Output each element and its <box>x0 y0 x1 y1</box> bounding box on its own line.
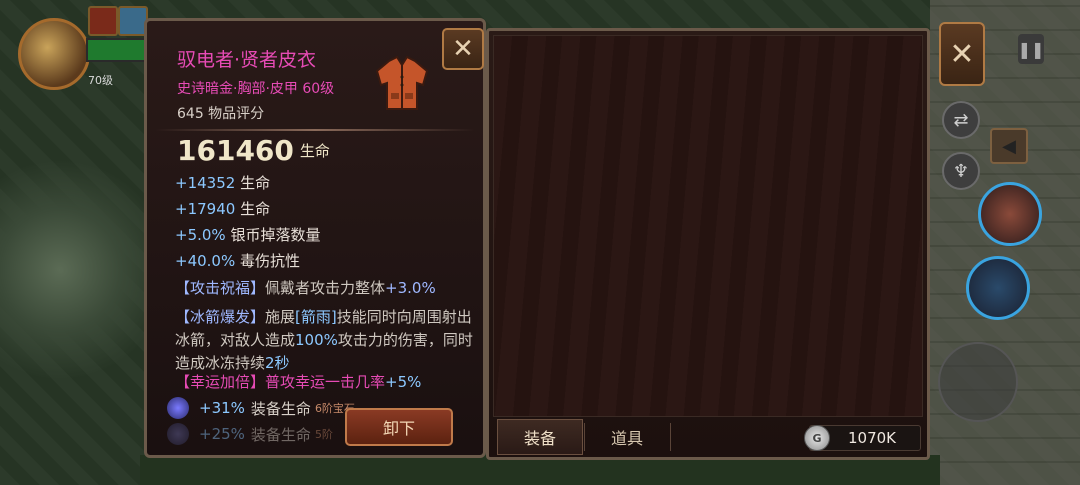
pause-button[interactable]: ❚❚ <box>1018 34 1044 64</box>
main-stat: 161460 生命 <box>177 134 330 167</box>
item-detail-panel: 驭电者·贤者皮衣 史诗暗金·胸部·皮甲 60级 645 物品评分 161460 生… <box>144 18 486 458</box>
stat-line: +14352 生命 <box>175 174 271 192</box>
collapse-button[interactable]: ◀ <box>990 128 1028 164</box>
pause-icon: ❚❚ <box>1017 39 1045 59</box>
item-name: 驭电者·贤者皮衣 <box>177 49 317 71</box>
main-stat-value: 161460 <box>177 134 294 167</box>
skill-arrow-rain-icon[interactable] <box>966 256 1030 320</box>
silver-coin-icon: G <box>804 425 830 451</box>
skill-beast-icon[interactable] <box>978 182 1042 246</box>
leather-vest-icon <box>375 55 429 110</box>
swap-icon: ⇄ <box>953 109 969 131</box>
gem-icon <box>167 423 189 445</box>
inventory-panel: 装备 道具 G 1070K <box>486 28 930 460</box>
tab-items[interactable]: 道具 <box>584 419 670 455</box>
close-item-button[interactable]: ✕ <box>442 28 484 70</box>
stat-line: +5.0% 银币掉落数量 <box>175 226 321 244</box>
stat-line: +17940 生命 <box>175 200 271 218</box>
stat-line: +40.0% 毒伤抗性 <box>175 252 301 270</box>
item-type: 史诗暗金·胸部·皮甲 60级 <box>177 81 335 97</box>
tab-divider <box>670 423 671 451</box>
player-level: 70级 <box>88 74 113 87</box>
gem-slot: +25% 装备生命 5阶 <box>167 423 333 445</box>
skill-description: 【冰箭爆发】施展[箭雨]技能同时向周围射出冰箭，对敌人造成100%攻击力的伤害，… <box>175 308 473 372</box>
sort-button[interactable]: ♆ <box>942 152 980 190</box>
unequip-button[interactable]: 卸下 <box>345 408 453 446</box>
close-window-button[interactable]: ✕ <box>939 22 985 86</box>
player-portrait[interactable] <box>18 18 90 90</box>
luck-bonus: 【幸运加倍】普攻幸运一击几率+5% <box>175 373 422 391</box>
triangle-left-icon: ◀ <box>1002 135 1016 157</box>
attack-button[interactable] <box>938 342 1018 422</box>
close-icon: ✕ <box>949 36 975 72</box>
silver-currency: G 1070K <box>804 425 921 451</box>
tab-equipment[interactable]: 装备 <box>497 419 583 455</box>
item-score: 645 物品评分 <box>177 106 265 122</box>
main-stat-label: 生命 <box>299 142 330 160</box>
attack-blessing: 【攻击祝福】佩戴者攻击力整体+3.0% <box>175 279 436 297</box>
player-hp-bar <box>86 38 150 62</box>
buff-icon[interactable] <box>88 6 118 36</box>
inventory-grid[interactable] <box>493 35 923 417</box>
swap-button[interactable]: ⇄ <box>942 101 980 139</box>
currency-amount: 1070K <box>848 429 897 447</box>
gem-slot: +31% 装备生命 6阶宝石 <box>167 397 355 419</box>
gem-icon <box>167 397 189 419</box>
close-icon: ✕ <box>452 34 474 64</box>
broom-icon: ♆ <box>952 160 970 182</box>
divider <box>155 129 475 131</box>
